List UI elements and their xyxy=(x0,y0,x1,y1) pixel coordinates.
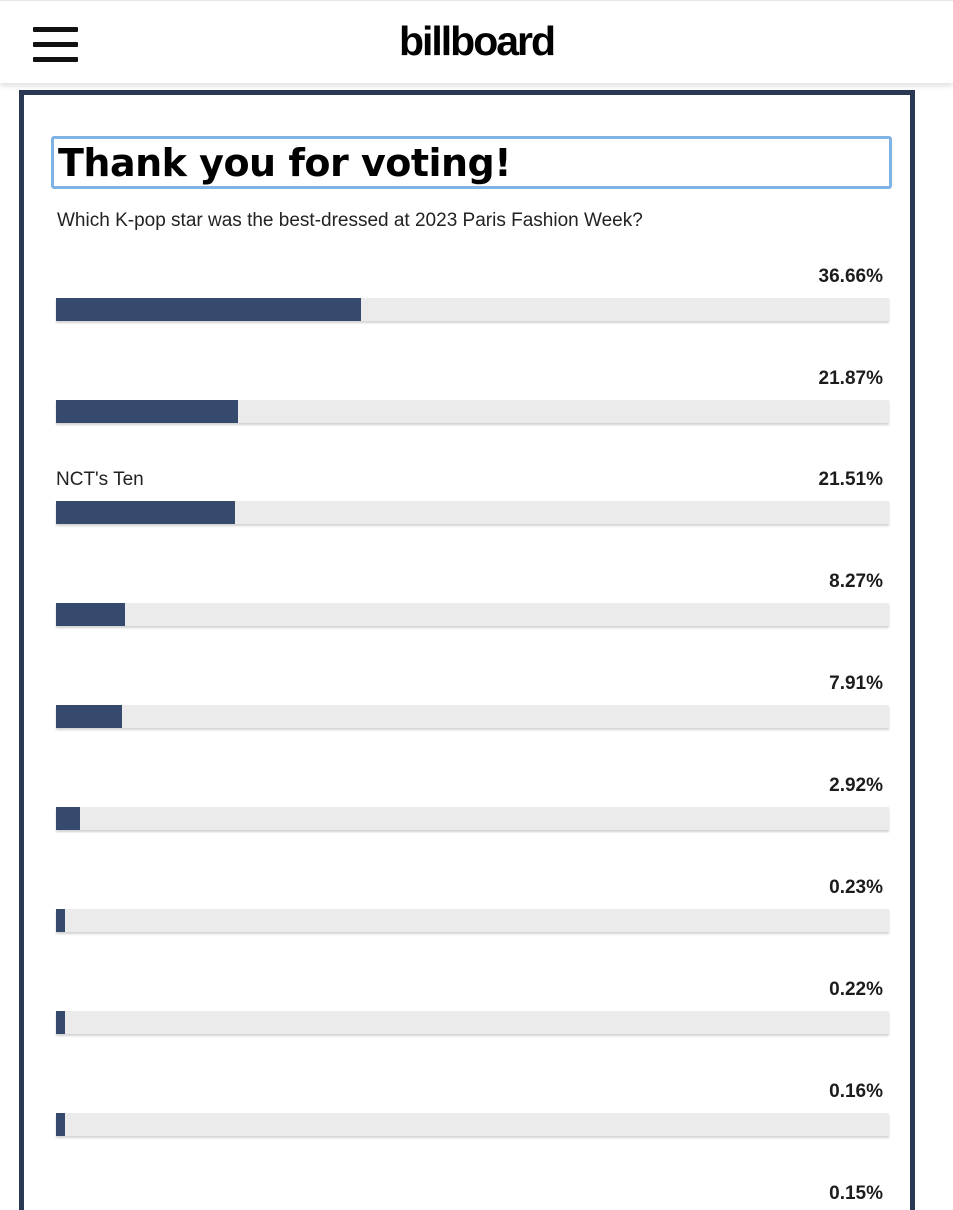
poll-option: 0.22% xyxy=(56,978,889,1048)
poll-option: 7.91% xyxy=(56,672,889,742)
result-bar-fill xyxy=(56,501,236,524)
result-bar-track xyxy=(56,1011,889,1034)
poll-heading: Thank you for voting! xyxy=(58,141,512,185)
result-bar-track xyxy=(56,298,889,321)
result-bar-track xyxy=(56,501,889,524)
poll-option: 2.92% xyxy=(56,774,889,844)
option-label: NCT's Ten xyxy=(56,469,144,490)
result-bar-fill xyxy=(56,705,122,728)
result-bar-track xyxy=(56,400,889,423)
result-bar-fill xyxy=(56,1113,66,1136)
result-bar-fill xyxy=(56,1011,66,1034)
poll-option: NCT's Ten 21.51% xyxy=(56,468,889,538)
option-percent: 0.15% xyxy=(829,1183,883,1204)
option-percent: 36.66% xyxy=(818,266,883,287)
option-percent: 2.92% xyxy=(829,775,883,796)
result-bar-track xyxy=(56,705,889,728)
result-bar-track xyxy=(56,807,889,830)
poll-option: 0.15% xyxy=(56,1182,889,1204)
poll-option: 0.23% xyxy=(56,876,889,946)
result-bar-track xyxy=(56,909,889,932)
result-bar-fill xyxy=(56,807,81,830)
poll-heading-focus-box: Thank you for voting! xyxy=(51,136,892,189)
poll-option: 0.16% xyxy=(56,1080,889,1150)
top-navigation-bar: billboard xyxy=(0,0,953,83)
option-percent: 7.91% xyxy=(829,673,883,694)
result-bar-fill xyxy=(56,909,66,932)
option-percent: 0.22% xyxy=(829,979,883,1000)
poll-option: 36.66% xyxy=(56,265,889,335)
billboard-logo[interactable]: billboard xyxy=(0,15,953,67)
option-percent: 0.23% xyxy=(829,877,883,898)
option-percent: 0.16% xyxy=(829,1081,883,1102)
result-bar-track xyxy=(56,1113,889,1136)
result-bar-fill xyxy=(56,400,239,423)
option-percent: 21.87% xyxy=(818,368,883,389)
poll-option: 21.87% xyxy=(56,367,889,437)
option-percent: 21.51% xyxy=(818,469,883,490)
option-percent: 8.27% xyxy=(829,571,883,592)
poll-question: Which K-pop star was the best-dressed at… xyxy=(57,210,643,231)
result-bar-track xyxy=(56,603,889,626)
result-bar-fill xyxy=(56,298,362,321)
result-bar-fill xyxy=(56,603,125,626)
poll-option: 8.27% xyxy=(56,570,889,640)
